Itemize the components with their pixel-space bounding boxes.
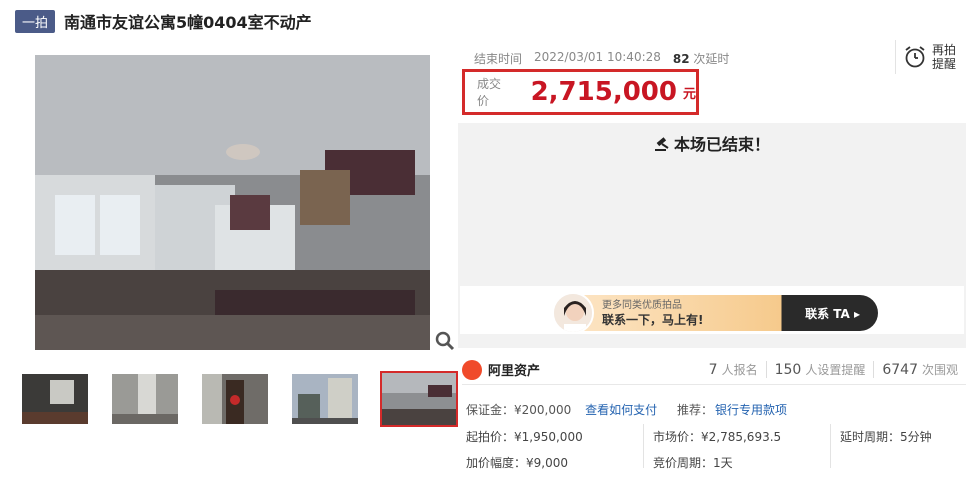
end-time-value: 2022/03/01 10:40:28 xyxy=(534,50,661,64)
thumbnail-1[interactable] xyxy=(20,372,90,426)
recommend-label: 推荐： xyxy=(676,403,713,417)
signup-count: 7 xyxy=(708,362,718,378)
how-to-pay-link[interactable]: 查看如何支付 xyxy=(585,403,657,417)
final-price: 2,715,000 xyxy=(530,77,677,107)
bid-period: 竞价周期：1天 xyxy=(653,456,733,470)
auction-ended-status: 本场已结束！ xyxy=(458,131,966,155)
view-stat: 6747 次围观 xyxy=(873,361,966,378)
stats-row: 阿里资产 7 人报名 150 人设置提醒 6747 次围观 xyxy=(462,355,966,385)
delay-label: 次延时 xyxy=(693,52,730,66)
thumbnail-2[interactable] xyxy=(110,372,180,426)
auction-type-tag: 一拍 xyxy=(15,9,56,33)
thumbnail-strip xyxy=(20,371,478,427)
contact-banner-pill[interactable]: 更多同类优质拍品 联系一下，马上有! 联系 TA ▸ xyxy=(552,292,878,334)
auction-ended-text: 本场已结束！ xyxy=(673,135,770,154)
thumbnail-4[interactable] xyxy=(290,372,360,426)
brand: 阿里资产 xyxy=(462,359,541,380)
alarm-clock-icon xyxy=(905,46,925,68)
remind-button[interactable]: 再拍提醒 xyxy=(895,40,966,74)
title-row: 一拍 南通市友谊公寓5幢0404室不动产 xyxy=(15,9,312,33)
gavel-icon xyxy=(654,137,669,151)
delay-count: 82 xyxy=(672,52,690,66)
main-photo[interactable] xyxy=(35,55,430,350)
contact-banner[interactable]: 更多同类优质拍品 联系一下，马上有! 联系 TA ▸ xyxy=(460,286,964,334)
bank-funds-link[interactable]: 银行专用款项 xyxy=(715,403,787,417)
view-label: 次围观 xyxy=(921,363,958,377)
page-title: 南通市友谊公寓5幢0404室不动产 xyxy=(64,13,312,32)
start-price: 起拍价：¥1,950,000 xyxy=(466,430,583,444)
remind-label: 再拍提醒 xyxy=(932,43,957,71)
divider xyxy=(830,424,831,468)
end-time-line: 结束时间 2022/03/01 10:40:28 82 次延时 xyxy=(474,50,729,67)
contact-ta-button[interactable]: 联系 TA ▸ xyxy=(805,305,860,322)
deposit-row: 保证金：¥200,000 查看如何支付 推荐： 银行专用款项 xyxy=(466,401,787,418)
deposit: 保证金：¥200,000 xyxy=(466,403,572,417)
price-unit: 元 xyxy=(682,86,696,102)
page: 一拍 南通市友谊公寓5幢0404室不动产 结束时间 2022/03/01 10:… xyxy=(0,0,966,483)
thumbnail-3[interactable] xyxy=(200,372,270,426)
market-price: 市场价：¥2,785,693.5 xyxy=(653,430,782,444)
remind-stat: 150 人设置提醒 xyxy=(765,361,874,378)
brand-name: 阿里资产 xyxy=(488,364,541,379)
thumbnail-5-selected[interactable] xyxy=(380,371,458,427)
divider xyxy=(643,424,644,468)
final-price-box: 成交价 2,715,000 元 xyxy=(462,69,699,115)
final-price-label: 成交价 xyxy=(477,77,502,108)
view-count: 6747 xyxy=(882,362,918,378)
banner-title: 联系一下，马上有! xyxy=(602,313,704,327)
ali-assets-logo-icon xyxy=(462,359,482,380)
signup-stat: 7 人报名 xyxy=(701,361,766,378)
price-increment: 加价幅度：¥9,000 xyxy=(466,456,568,470)
remind-stat-label: 人设置提醒 xyxy=(805,363,866,377)
end-time-label: 结束时间 xyxy=(474,52,523,66)
remind-count: 150 xyxy=(774,362,802,378)
avatar xyxy=(552,292,594,334)
auction-ended-panel: 本场已结束！ 更多同类优质拍品 联系一下，马上有! 联系 TA ▸ xyxy=(458,123,966,348)
banner-subtitle: 更多同类优质拍品 xyxy=(602,300,682,311)
delay-period: 延时周期：5分钟 xyxy=(840,430,932,444)
zoom-icon[interactable] xyxy=(434,330,456,352)
signup-label: 人报名 xyxy=(721,363,758,377)
